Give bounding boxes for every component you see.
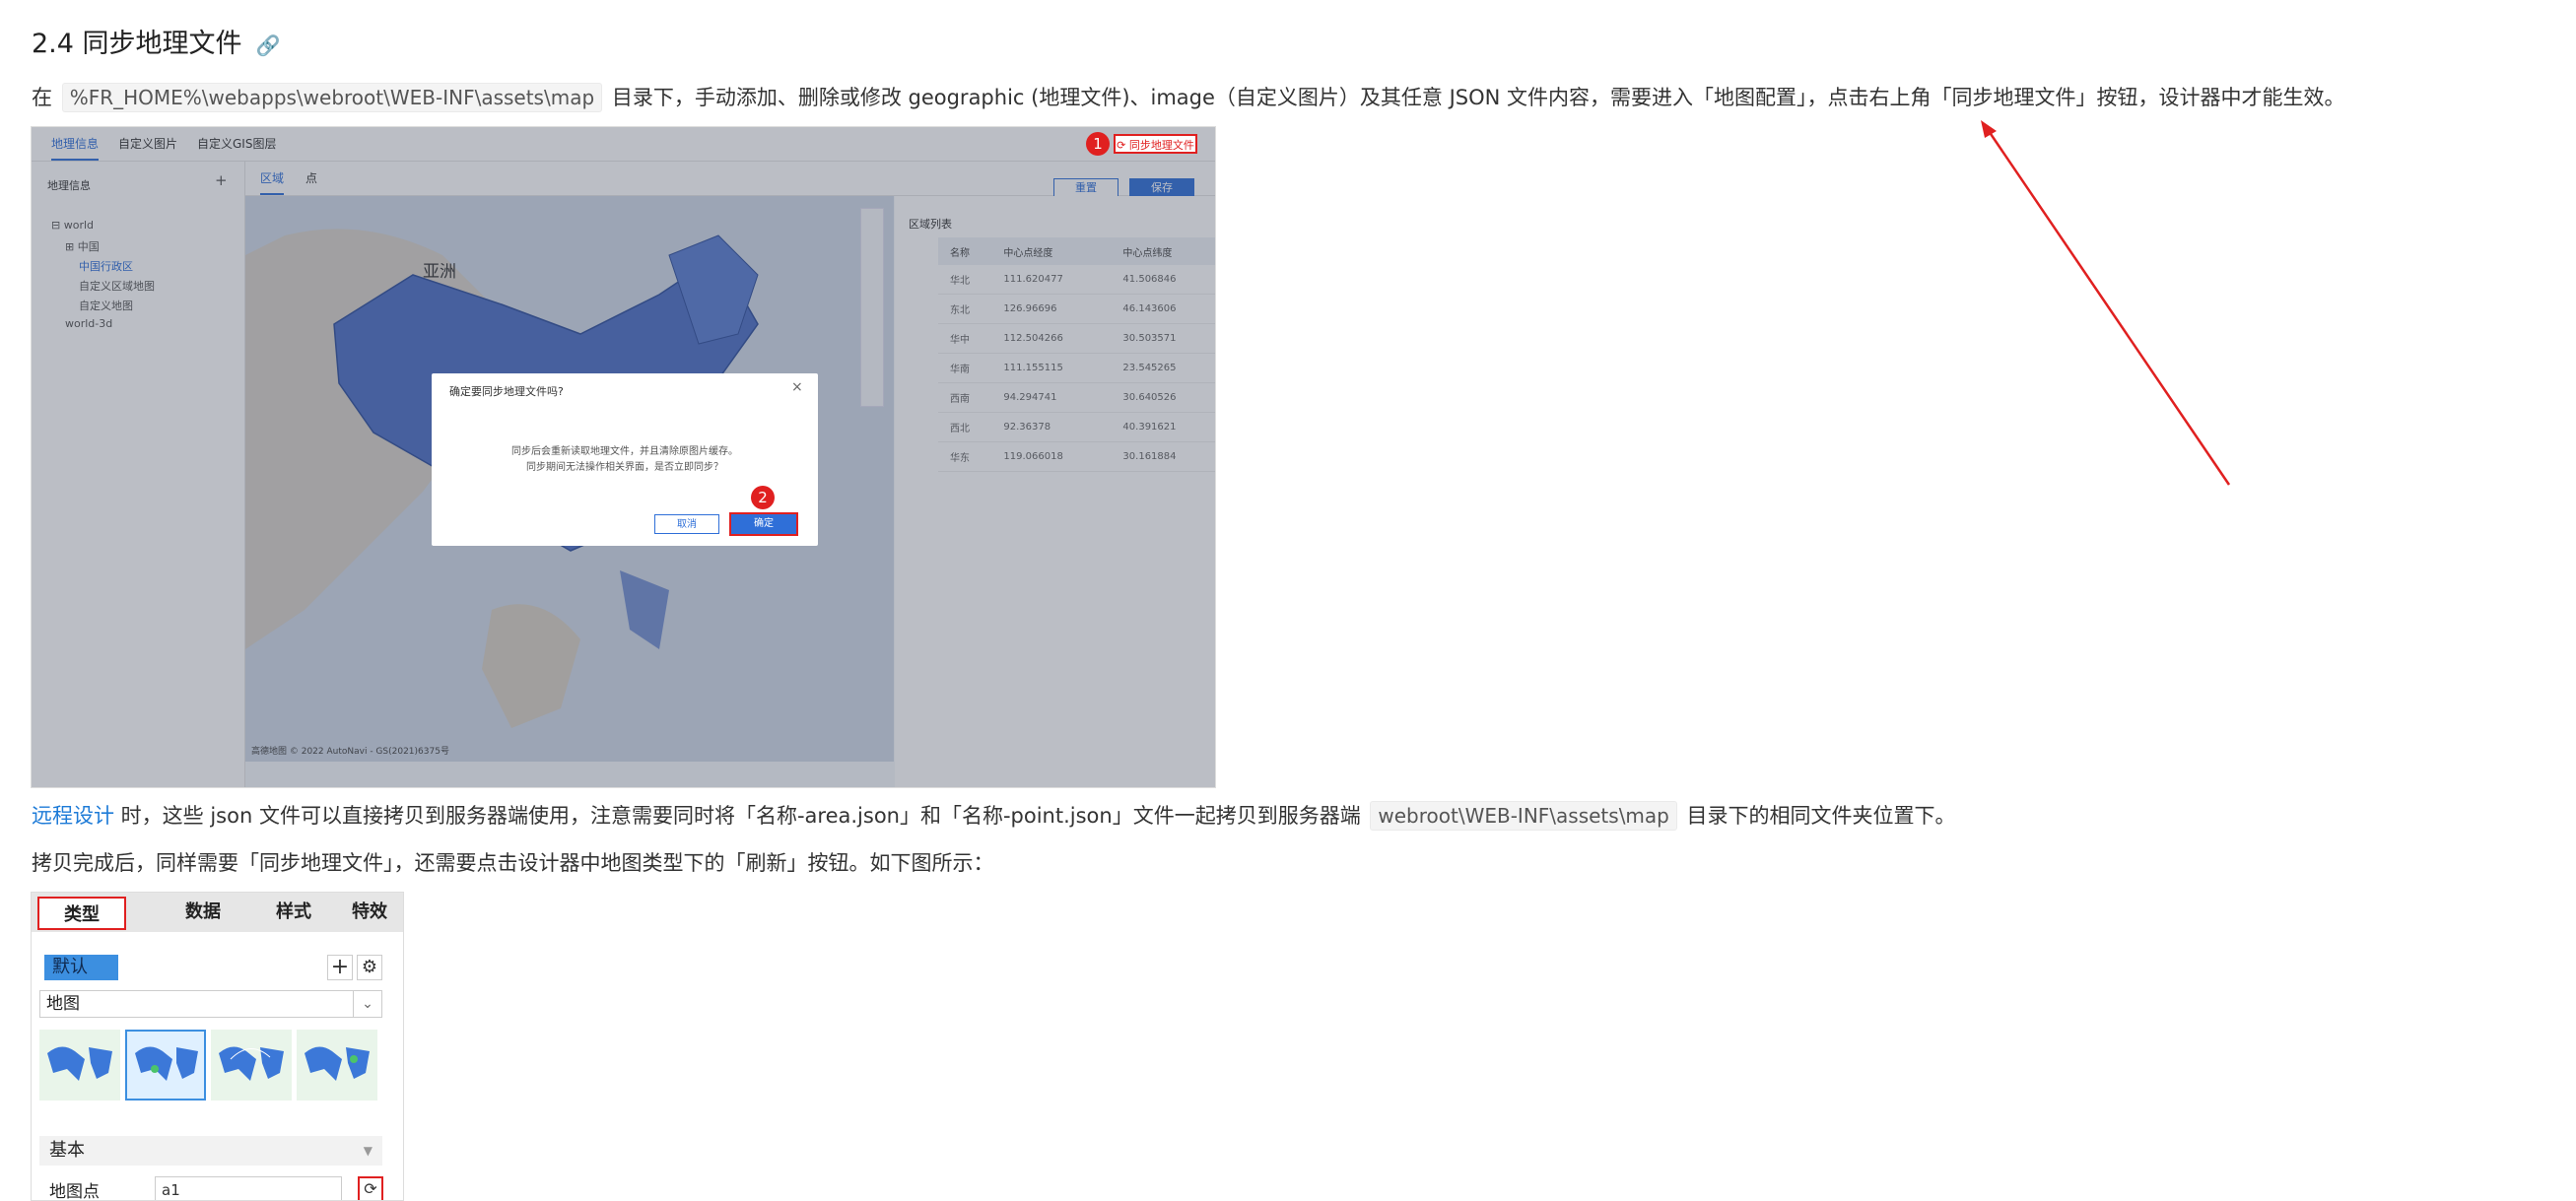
chevron-down-icon[interactable]: ⌄ (353, 991, 381, 1017)
default-badge[interactable]: 默认 (44, 955, 118, 980)
basic-section-header[interactable]: 基本 ▼ (39, 1136, 382, 1166)
refresh-icon[interactable]: ⟳ (358, 1176, 383, 1200)
map-style-thumb-4[interactable] (297, 1030, 377, 1101)
annotation-arrow (1985, 127, 2231, 486)
map-style-thumb-3[interactable] (211, 1030, 292, 1101)
annotation-arrowhead (1981, 120, 1997, 138)
tab-data[interactable]: 数据 (158, 893, 248, 932)
para2-text-b: 目录下的相同文件夹位置下。 (1679, 804, 1956, 828)
chart-type-value: 地图 (46, 994, 80, 1014)
designer-map-type-screenshot: 类型 数据 样式 特效 默认 + ⚙ 地图 ⌄ 基本 ▼ 地图点 a1 ⟳ (31, 892, 404, 1201)
map-point-select[interactable]: a1 (155, 1176, 342, 1200)
paragraph-refresh-note: 拷贝完成后，同样需要「同步地理文件」，还需要点击设计器中地图类型下的「刷新」按钮… (32, 851, 994, 875)
tab-effects[interactable]: 特效 (339, 893, 400, 932)
map-style-thumb-1[interactable] (39, 1030, 120, 1101)
tab-type[interactable]: 类型 (37, 897, 126, 930)
chart-type-select[interactable]: 地图 ⌄ (39, 990, 382, 1018)
collapse-icon[interactable]: ▼ (364, 1136, 373, 1166)
map-point-label: 地图点 (49, 1182, 100, 1201)
tab-style[interactable]: 样式 (248, 893, 339, 932)
add-icon[interactable]: + (327, 955, 353, 980)
map-style-thumb-2[interactable] (125, 1030, 206, 1101)
paragraph-remote-design: 远程设计 时，这些 json 文件可以直接拷贝到服务器端使用，注意需要同时将「名… (32, 801, 1956, 831)
gear-icon[interactable]: ⚙ (357, 955, 382, 980)
remote-design-link[interactable]: 远程设计 (32, 804, 114, 828)
para2-text-a: 时，这些 json 文件可以直接拷贝到服务器端使用，注意需要同时将「名称-are… (114, 804, 1368, 828)
inline-code-webroot: webroot\WEB-INF\assets\map (1370, 801, 1677, 831)
basic-section-label: 基本 (49, 1140, 85, 1161)
